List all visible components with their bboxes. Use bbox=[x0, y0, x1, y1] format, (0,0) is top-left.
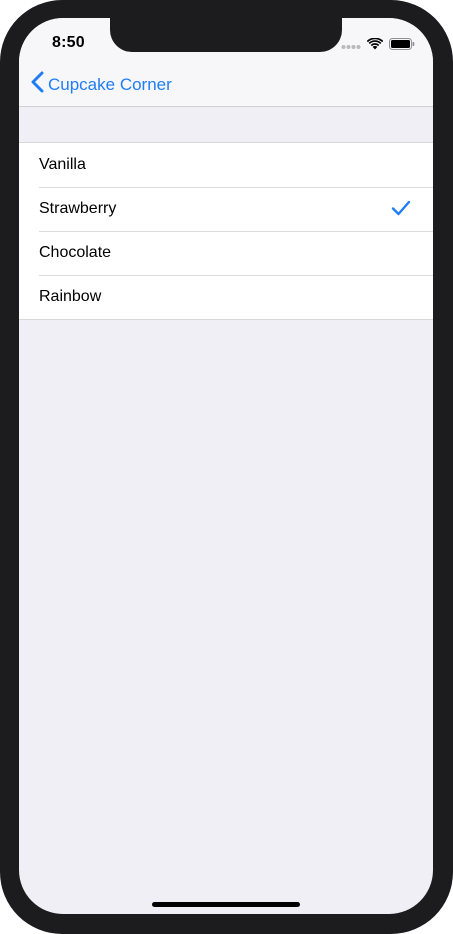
checkmark-icon bbox=[391, 200, 411, 221]
screen: 8:50 Cupcake Corner Vanilla Strawberry C… bbox=[19, 18, 433, 914]
flavor-list: Vanilla Strawberry Chocolate Rainbow bbox=[19, 142, 433, 320]
list-item-label: Vanilla bbox=[39, 156, 86, 173]
back-button-label: Cupcake Corner bbox=[48, 74, 172, 94]
list-item-strawberry[interactable]: Strawberry bbox=[19, 187, 433, 231]
device-notch bbox=[110, 18, 342, 52]
list-item-chocolate[interactable]: Chocolate bbox=[19, 231, 433, 275]
device-frame: 8:50 Cupcake Corner Vanilla Strawberry C… bbox=[0, 0, 453, 934]
list-item-label: Rainbow bbox=[39, 288, 102, 305]
status-time: 8:50 bbox=[52, 34, 85, 51]
battery-icon bbox=[389, 37, 415, 55]
list-item-label: Strawberry bbox=[39, 200, 117, 217]
list-item-label: Chocolate bbox=[39, 244, 112, 261]
cellular-dots-icon bbox=[341, 37, 361, 55]
back-button[interactable]: Cupcake Corner bbox=[31, 71, 172, 98]
chevron-left-icon bbox=[31, 71, 44, 98]
wifi-icon bbox=[366, 37, 384, 55]
home-indicator[interactable] bbox=[152, 902, 300, 907]
status-icons bbox=[341, 37, 415, 55]
list-item-rainbow[interactable]: Rainbow bbox=[19, 275, 433, 319]
list-item-vanilla[interactable]: Vanilla bbox=[19, 143, 433, 187]
navigation-bar: Cupcake Corner bbox=[19, 62, 433, 107]
